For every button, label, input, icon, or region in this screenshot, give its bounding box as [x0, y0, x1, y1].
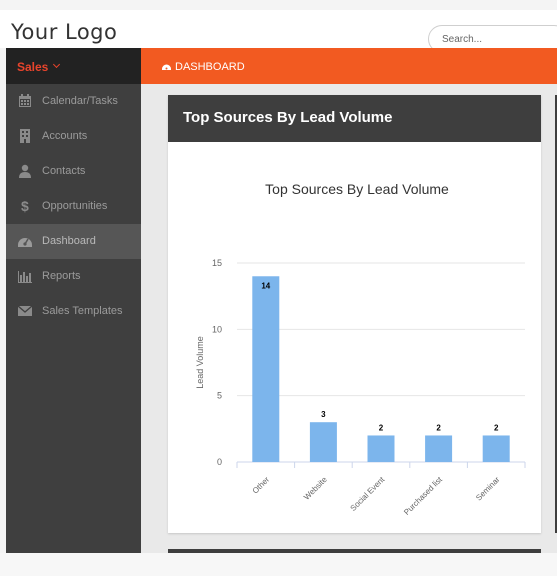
- y-tick-label: 0: [217, 457, 222, 467]
- y-tick-label: 15: [212, 258, 222, 268]
- sidebar: Sales Calendar/Tasks Accounts Contacts $: [6, 48, 141, 553]
- svg-text:$: $: [21, 199, 29, 213]
- chart-title: Top Sources By Lead Volume: [265, 181, 449, 197]
- bar-chart-icon: [18, 271, 32, 283]
- y-tick-label: 5: [217, 391, 222, 401]
- building-icon: [20, 129, 30, 143]
- logo: Your Logo: [11, 20, 118, 44]
- page-footer-space: [0, 553, 557, 576]
- data-label: 2: [436, 423, 441, 432]
- sidebar-item-label: Calendar/Tasks: [42, 95, 118, 107]
- x-tick-label: Social Event: [349, 475, 387, 513]
- chart-panel: Top Sources By Lead Volume Top Sources B…: [168, 95, 541, 533]
- y-tick-label: 10: [212, 324, 222, 334]
- x-tick-label: Purchased list: [402, 475, 444, 517]
- sidebar-title: Sales: [17, 60, 49, 74]
- breadcrumb: DASHBOARD: [141, 48, 557, 84]
- x-tick-label: Seminar: [474, 475, 502, 503]
- panel-title: Top Sources By Lead Volume: [183, 109, 393, 126]
- sidebar-item-label: Contacts: [42, 165, 86, 177]
- sidebar-item-contacts[interactable]: Contacts: [6, 154, 141, 189]
- data-label: 2: [379, 423, 384, 432]
- y-axis-label: Lead Volume: [195, 336, 205, 389]
- data-label: 3: [321, 410, 326, 419]
- search-placeholder: Search...: [442, 34, 483, 45]
- user-icon: [19, 164, 31, 178]
- sidebar-header[interactable]: Sales: [6, 48, 141, 84]
- bar[interactable]: [425, 435, 453, 462]
- x-tick-label: Website: [302, 475, 329, 502]
- data-label: 2: [494, 423, 499, 432]
- sidebar-item-label: Dashboard: [42, 235, 96, 247]
- sidebar-item-opportunities[interactable]: $ Opportunities: [6, 189, 141, 224]
- sidebar-item-reports[interactable]: Reports: [6, 259, 141, 294]
- sidebar-item-accounts[interactable]: Accounts: [6, 119, 141, 154]
- chevron-down-icon: [52, 60, 61, 69]
- sidebar-item-label: Opportunities: [42, 200, 108, 212]
- sidebar-item-sales-templates[interactable]: Sales Templates: [6, 294, 141, 329]
- sidebar-item-label: Sales Templates: [42, 305, 123, 317]
- calendar-icon: [19, 94, 31, 107]
- envelope-icon: [18, 305, 32, 316]
- sidebar-item-label: Accounts: [42, 130, 88, 142]
- bar[interactable]: [309, 422, 337, 462]
- data-label: 14: [261, 281, 270, 290]
- x-tick-label: Other: [251, 475, 272, 496]
- sidebar-item-label: Reports: [42, 270, 81, 282]
- dashboard-icon: [162, 64, 171, 70]
- top-bar: Your Logo Search...: [0, 10, 557, 53]
- panel-header: Top Sources By Lead Volume: [168, 95, 541, 142]
- bar-chart: Top Sources By Lead Volume Lead Volume 0…: [195, 181, 526, 517]
- sidebar-item-calendar-tasks[interactable]: Calendar/Tasks: [6, 84, 141, 119]
- bar[interactable]: [367, 435, 395, 462]
- dashboard-icon: [18, 238, 32, 247]
- sidebar-item-dashboard[interactable]: Dashboard: [6, 224, 141, 259]
- dollar-icon: $: [21, 199, 29, 213]
- bar[interactable]: [482, 435, 510, 462]
- bar[interactable]: [252, 276, 280, 462]
- breadcrumb-label[interactable]: DASHBOARD: [175, 61, 245, 73]
